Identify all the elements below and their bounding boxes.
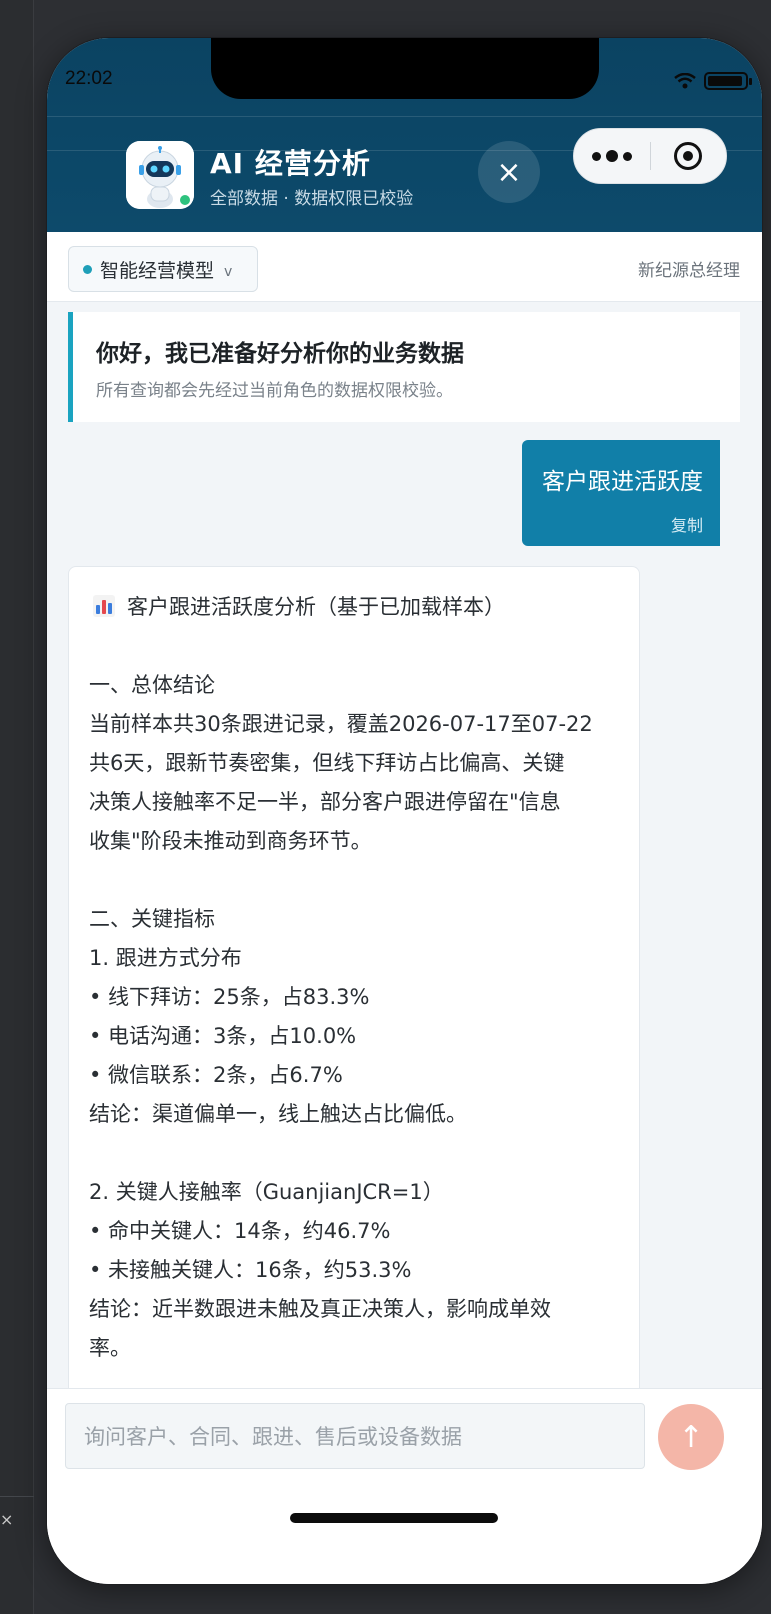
answer-heading: 客户跟进活跃度分析（基于已加载样本） xyxy=(127,595,505,619)
more-icon[interactable] xyxy=(574,129,650,183)
answer-line: 2. 关键人接触率（GuanjianJCR=1） xyxy=(89,1180,444,1204)
status-icons xyxy=(674,72,752,90)
answer-line: • 微信联系：2条，占6.7% xyxy=(89,1063,343,1087)
answer-line: 结论：近半数跟进未触及真正决策人，影响成单效 xyxy=(89,1297,551,1321)
copy-button[interactable]: 复制 xyxy=(671,512,703,536)
header: 22:02 AI 经营分析 全部数据 · 数据权限已校验 × xyxy=(47,38,762,232)
wifi-icon xyxy=(674,73,696,89)
answer-line: • 命中关键人：14条，约46.7% xyxy=(89,1219,391,1243)
user-message-text: 客户跟进活跃度 xyxy=(542,469,703,495)
home-indicator xyxy=(290,1513,498,1523)
input-placeholder: 询问客户、合同、跟进、售后或设备数据 xyxy=(84,1425,462,1449)
welcome-card: 你好，我已准备好分析你的业务数据 所有查询都会先经过当前角色的数据权限校验。 xyxy=(68,312,740,422)
toolbar: 智能经营模型 v 新纪源总经理 xyxy=(47,232,762,302)
user-message-bubble: 客户跟进活跃度 复制 xyxy=(522,440,720,546)
close-button[interactable]: × xyxy=(478,141,540,203)
chevron-down-icon: v xyxy=(224,264,233,280)
answer-line: 决策人接触率不足一半，部分客户跟进停留在"信息 xyxy=(89,790,561,814)
device-notch xyxy=(211,38,599,99)
model-select[interactable]: 智能经营模型 v xyxy=(68,246,258,292)
page-subtitle: 全部数据 · 数据权限已校验 xyxy=(210,189,414,209)
phone-frame: 22:02 AI 经营分析 全部数据 · 数据权限已校验 × 智能经营模型 v … xyxy=(47,38,762,1584)
answer-line: 当前样本共30条跟进记录，覆盖2026-07-17至07-22 xyxy=(89,712,593,736)
status-dot xyxy=(83,264,92,274)
answer-line: 二、关键指标 xyxy=(89,907,215,931)
header-decor xyxy=(47,116,762,117)
target-icon[interactable] xyxy=(651,129,727,183)
answer-heading-row: 客户跟进活跃度分析（基于已加载样本） xyxy=(93,591,505,621)
answer-line: 一、总体结论 xyxy=(89,673,215,697)
user-role: 新纪源总经理 xyxy=(638,261,740,281)
left-editor-strip: × xyxy=(0,0,34,1614)
answer-line: • 未接触关键人：16条，约53.3% xyxy=(89,1258,412,1282)
answer-line: 1. 跟进方式分布 xyxy=(89,946,242,970)
battery-icon xyxy=(704,72,752,90)
close-icon: × xyxy=(496,154,522,190)
model-label: 智能经营模型 xyxy=(100,259,215,282)
send-button[interactable]: ↑ xyxy=(658,1404,724,1470)
composer: 询问客户、合同、跟进、售后或设备数据 ↑ xyxy=(47,1388,762,1584)
answer-line: • 线下拜访：25条，占83.3% xyxy=(89,985,370,1009)
arrow-up-icon: ↑ xyxy=(678,1419,704,1455)
close-icon[interactable]: × xyxy=(0,1510,13,1529)
assistant-message-card: 客户跟进活跃度分析（基于已加载样本） 一、总体结论 当前样本共30条跟进记录，覆… xyxy=(68,566,640,1466)
status-time: 22:02 xyxy=(65,68,113,89)
answer-line: 收集"阶段未推动到商务环节。 xyxy=(89,829,372,853)
question-input[interactable]: 询问客户、合同、跟进、售后或设备数据 xyxy=(65,1403,645,1469)
divider xyxy=(0,1496,34,1497)
page-title: AI 经营分析 xyxy=(210,147,371,180)
answer-line: 共6天，跟新节奏密集，但线下拜访占比偏高、关键 xyxy=(89,751,565,775)
welcome-title: 你好，我已准备好分析你的业务数据 xyxy=(96,341,464,367)
answer-line: • 电话沟通：3条，占10.0% xyxy=(89,1024,357,1048)
bar-chart-icon xyxy=(93,595,115,617)
answer-line: 结论：渠道偏单一，线上触达占比偏低。 xyxy=(89,1102,467,1126)
online-status-dot xyxy=(178,193,192,207)
miniprogram-capsule xyxy=(573,128,727,184)
welcome-subtitle: 所有查询都会先经过当前角色的数据权限校验。 xyxy=(96,381,453,401)
answer-line: 率。 xyxy=(89,1336,131,1360)
